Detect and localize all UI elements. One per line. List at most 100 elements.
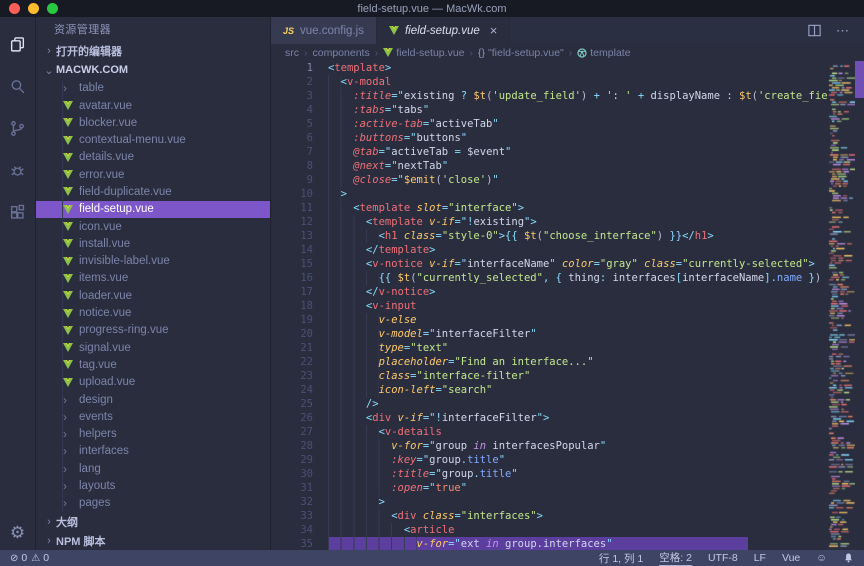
workspace-root-section[interactable]: ⌄ MACWK.COM <box>36 61 270 80</box>
code-line-19[interactable]: 19v-else <box>271 313 828 327</box>
tab-vue-config-js[interactable]: JSvue.config.js <box>271 17 377 44</box>
code-line-11[interactable]: 11<template slot="interface"> <box>271 201 828 215</box>
code-line-24[interactable]: 24icon-left="search" <box>271 383 828 397</box>
code-line-3[interactable]: 3:title="existing ? $t('update_field') +… <box>271 89 828 103</box>
code-line-17[interactable]: 17</v-notice> <box>271 285 828 299</box>
code-line-33[interactable]: 33<div class="interfaces"> <box>271 509 828 523</box>
tree-item-label: layouts <box>78 480 115 492</box>
tree-item-error-vue[interactable]: error.vue <box>36 166 270 183</box>
code-line-21[interactable]: 21type="text" <box>271 341 828 355</box>
debug-icon[interactable] <box>0 149 36 191</box>
code-line-25[interactable]: 25/> <box>271 397 828 411</box>
scrollbar-thumb[interactable] <box>855 61 864 98</box>
maximize-window-button[interactable] <box>47 3 58 14</box>
code-line-27[interactable]: 27<v-details <box>271 425 828 439</box>
tab-field-setup-vue[interactable]: field-setup.vue× <box>377 17 510 44</box>
tree-item-signal-vue[interactable]: signal.vue <box>36 339 270 356</box>
status-item-4[interactable]: LF <box>754 552 766 564</box>
tree-item-notice-vue[interactable]: notice.vue <box>36 304 270 321</box>
outline-section[interactable]: › 大纲 <box>36 512 270 531</box>
open-editors-section[interactable]: › 打开的编辑器 <box>36 42 270 61</box>
tree-item-helpers[interactable]: ›helpers <box>36 426 270 443</box>
code-line-13[interactable]: 13<h1 class="style-0">{{ $t("choose_inte… <box>271 229 828 243</box>
more-actions-icon[interactable]: ⋯ <box>836 23 850 39</box>
feedback-smiley-icon[interactable]: ☺ <box>816 552 827 564</box>
status-warning-count[interactable]: ⚠0 <box>31 552 49 564</box>
tree-item-icon-vue[interactable]: icon.vue <box>36 218 270 235</box>
tree-item-blocker-vue[interactable]: blocker.vue <box>36 114 270 131</box>
code-line-2[interactable]: 2<v-modal <box>271 75 828 89</box>
code-line-10[interactable]: 10> <box>271 187 828 201</box>
tree-item-field-setup-vue[interactable]: field-setup.vue <box>36 201 270 218</box>
close-tab-icon[interactable]: × <box>490 23 498 38</box>
code-line-16[interactable]: 16{{ $t("currently_selected", { thing: i… <box>271 271 828 285</box>
tree-item-invisible-label-vue[interactable]: invisible-label.vue <box>36 253 270 270</box>
outline-label: 大纲 <box>56 514 78 530</box>
status-item-1[interactable]: 行 1, 列 1 <box>599 551 643 566</box>
tree-item-loader-vue[interactable]: loader.vue <box>36 287 270 304</box>
tree-item-install-vue[interactable]: install.vue <box>36 235 270 252</box>
tree-item-field-duplicate-vue[interactable]: field-duplicate.vue <box>36 183 270 200</box>
code-line-9[interactable]: 9@close="$emit('close')" <box>271 173 828 187</box>
tree-item-interfaces[interactable]: ›interfaces <box>36 443 270 460</box>
npm-scripts-section[interactable]: › NPM 脚本 <box>36 531 270 550</box>
code-line-29[interactable]: 29:key="group.title" <box>271 453 828 467</box>
tree-item-pages[interactable]: ›pages <box>36 495 270 512</box>
code-line-28[interactable]: 28v-for="group in interfacesPopular" <box>271 439 828 453</box>
status-item-3[interactable]: UTF-8 <box>708 552 738 564</box>
vue-file-icon <box>63 136 73 145</box>
code-line-20[interactable]: 20v-model="interfaceFilter" <box>271 327 828 341</box>
tree-item-upload-vue[interactable]: upload.vue <box>36 374 270 391</box>
status-item-5[interactable]: Vue <box>782 552 800 564</box>
code-line-31[interactable]: 31:open="true" <box>271 481 828 495</box>
breadcrumb-item-5[interactable]: template <box>577 47 630 59</box>
settings-gear-icon[interactable]: ⚙ <box>0 516 36 550</box>
split-editor-icon[interactable] <box>807 23 822 38</box>
tree-item-lang[interactable]: ›lang <box>36 460 270 477</box>
code-line-12[interactable]: 12<template v-if="!existing"> <box>271 215 828 229</box>
code-line-15[interactable]: 15<v-notice v-if="interfaceName" color="… <box>271 257 828 271</box>
close-window-button[interactable] <box>9 3 20 14</box>
code-line-4[interactable]: 4:tabs="tabs" <box>271 103 828 117</box>
code-line-34[interactable]: 34<article <box>271 523 828 537</box>
tree-item-design[interactable]: ›design <box>36 391 270 408</box>
tree-item-contextual-menu-vue[interactable]: contextual-menu.vue <box>36 131 270 148</box>
code-line-18[interactable]: 18<v-input <box>271 299 828 313</box>
search-icon[interactable] <box>0 65 36 107</box>
breadcrumb-item-2[interactable]: components <box>313 47 370 59</box>
breadcrumb-item-1[interactable]: src <box>285 47 299 59</box>
minimap[interactable] <box>828 61 855 550</box>
code-line-5[interactable]: 5:active-tab="activeTab" <box>271 117 828 131</box>
explorer-icon[interactable] <box>0 23 36 65</box>
code-line-8[interactable]: 8@next="nextTab" <box>271 159 828 173</box>
tree-item-items-vue[interactable]: items.vue <box>36 270 270 287</box>
breadcrumb-item-3[interactable]: field-setup.vue <box>383 47 464 59</box>
tree-item-table[interactable]: ›table <box>36 80 270 97</box>
status-error-count[interactable]: ⊘0 <box>10 552 27 564</box>
tree-item-details-vue[interactable]: details.vue <box>36 149 270 166</box>
tree-item-avatar-vue[interactable]: avatar.vue <box>36 97 270 114</box>
tree-item-label: design <box>78 394 113 406</box>
editor-scrollbar[interactable] <box>855 61 864 550</box>
code-editor[interactable]: 1<template>2<v-modal3:title="existing ? … <box>271 61 828 550</box>
code-line-30[interactable]: 30:title="group.title" <box>271 467 828 481</box>
code-line-26[interactable]: 26<div v-if="!interfaceFilter"> <box>271 411 828 425</box>
code-line-7[interactable]: 7@tab="activeTab = $event" <box>271 145 828 159</box>
code-line-32[interactable]: 32> <box>271 495 828 509</box>
tree-item-events[interactable]: ›events <box>36 408 270 425</box>
code-line-35[interactable]: 35v-for="ext in group.interfaces" <box>271 537 828 550</box>
tree-item-progress-ring-vue[interactable]: progress-ring.vue <box>36 322 270 339</box>
code-line-1[interactable]: 1<template> <box>271 61 828 75</box>
tree-item-tag-vue[interactable]: tag.vue <box>36 356 270 373</box>
notifications-bell-icon[interactable] <box>843 552 854 564</box>
tree-item-layouts[interactable]: ›layouts <box>36 477 270 494</box>
source-control-icon[interactable] <box>0 107 36 149</box>
extensions-icon[interactable] <box>0 191 36 233</box>
code-line-6[interactable]: 6:buttons="buttons" <box>271 131 828 145</box>
status-item-2[interactable]: 空格: 2 <box>659 550 692 566</box>
breadcrumb-item-4[interactable]: {}"field-setup.vue" <box>478 47 564 59</box>
code-line-22[interactable]: 22placeholder="Find an interface..." <box>271 355 828 369</box>
code-line-14[interactable]: 14</template> <box>271 243 828 257</box>
code-line-23[interactable]: 23class="interface-filter" <box>271 369 828 383</box>
minimize-window-button[interactable] <box>28 3 39 14</box>
